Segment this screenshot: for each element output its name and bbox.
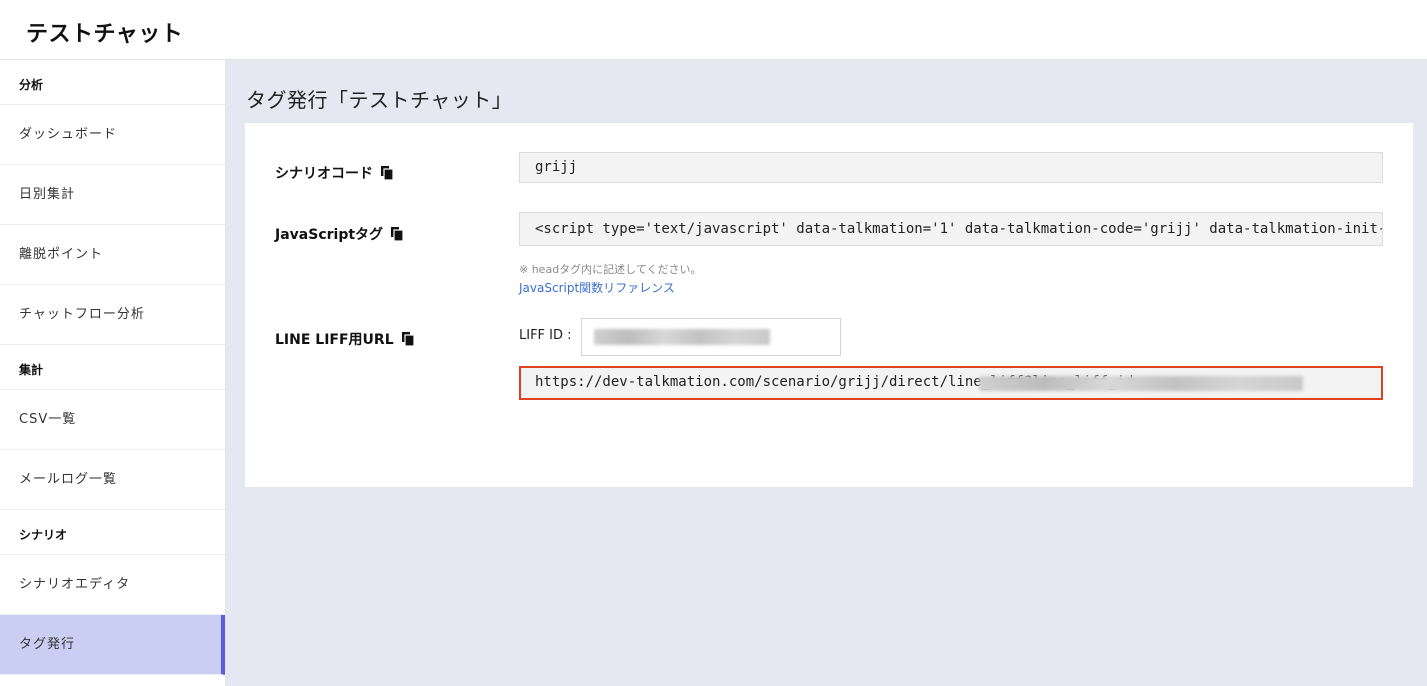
- main-content: タグ発行「テストチャット」 シナリオコード grijj JavaScriptタグ…: [226, 60, 1427, 686]
- scenario-code-label-text: シナリオコード: [275, 166, 373, 182]
- redacted-url-id: [979, 376, 1303, 391]
- sidebar-item-daily-summary[interactable]: 日別集計: [0, 165, 225, 225]
- copy-icon[interactable]: [391, 227, 404, 241]
- sidebar-item-dropoff-points[interactable]: 離脱ポイント: [0, 225, 225, 285]
- sidebar-item-csv-list[interactable]: CSV一覧: [0, 390, 225, 450]
- sidebar-item-dashboard[interactable]: ダッシュボード: [0, 105, 225, 165]
- js-tag-label-text: JavaScriptタグ: [275, 227, 384, 243]
- sidebar-section-aggregate: 集計: [0, 345, 225, 390]
- head-tag-note: ※ headタグ内に記述してください。: [519, 263, 702, 276]
- line-liff-url-field[interactable]: https://dev-talkmation.com/scenario/grij…: [519, 366, 1383, 400]
- liff-id-input[interactable]: [581, 318, 841, 356]
- page-title: タグ発行「テストチャット」: [246, 88, 513, 112]
- redacted-liff-id: [594, 329, 770, 345]
- js-tag-field[interactable]: <script type='text/javascript' data-talk…: [519, 212, 1383, 246]
- js-reference-link[interactable]: JavaScript関数リファレンス: [519, 279, 675, 296]
- sidebar-section-scenario: シナリオ: [0, 510, 225, 555]
- sidebar-item-mail-log-list[interactable]: メールログ一覧: [0, 450, 225, 510]
- top-bar: テストチャット: [0, 0, 1427, 60]
- copy-icon[interactable]: [401, 332, 414, 346]
- sidebar-item-chat-flow-analysis[interactable]: チャットフロー分析: [0, 285, 225, 345]
- app-title: テストチャット: [26, 22, 184, 47]
- line-liff-url-label: LINE LIFF用URL: [275, 329, 414, 349]
- scenario-code-label: シナリオコード: [275, 163, 393, 183]
- line-liff-url-label-text: LINE LIFF用URL: [275, 332, 394, 348]
- copy-icon[interactable]: [381, 166, 393, 180]
- sidebar-item-scenario-editor[interactable]: シナリオエディタ: [0, 555, 225, 615]
- sidebar-item-tag-issue[interactable]: タグ発行: [0, 615, 225, 675]
- scenario-code-field[interactable]: grijj: [519, 152, 1383, 183]
- sidebar: 分析 ダッシュボード 日別集計 離脱ポイント チャットフロー分析 集計 CSV一…: [0, 60, 226, 686]
- tag-panel: シナリオコード grijj JavaScriptタグ <script type=…: [245, 123, 1413, 487]
- sidebar-section-analysis: 分析: [0, 60, 225, 105]
- js-tag-label: JavaScriptタグ: [275, 224, 404, 244]
- liff-id-label: LIFF ID :: [519, 328, 572, 343]
